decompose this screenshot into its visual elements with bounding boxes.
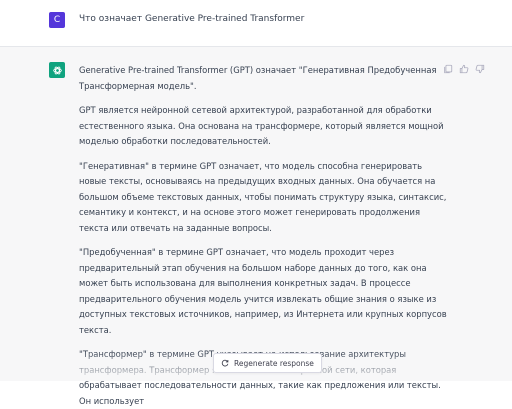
paragraph: "Генеративная" в термине GPT означает, ч… xyxy=(79,160,447,233)
regenerate-label: Regenerate response xyxy=(234,358,314,368)
regenerate-response-button[interactable]: Regenerate response xyxy=(213,353,322,373)
copy-icon xyxy=(444,64,453,74)
thumbs-up-button[interactable] xyxy=(459,64,469,74)
thumbs-down-icon xyxy=(475,64,485,74)
user-message-row: C Что означает Generative Pre-trained Tr… xyxy=(0,0,512,47)
user-message-text: Что означает Generative Pre-trained Tran… xyxy=(79,14,305,24)
paragraph: Generative Pre-trained Transformer (GPT)… xyxy=(79,65,437,91)
message-actions xyxy=(443,64,485,74)
assistant-avatar xyxy=(49,62,65,78)
thumbs-up-icon xyxy=(459,64,469,74)
paragraph: "Предобученная" в термине GPT означает, … xyxy=(79,247,447,335)
user-avatar: C xyxy=(49,12,65,28)
openai-logo-icon xyxy=(52,66,62,74)
paragraph: GPT является нейронной сетевой архитекту… xyxy=(79,105,444,146)
copy-button[interactable] xyxy=(443,64,453,74)
refresh-icon xyxy=(221,359,229,367)
thumbs-down-button[interactable] xyxy=(475,64,485,74)
assistant-message-row: Generative Pre-trained Transformer (GPT)… xyxy=(0,47,512,406)
